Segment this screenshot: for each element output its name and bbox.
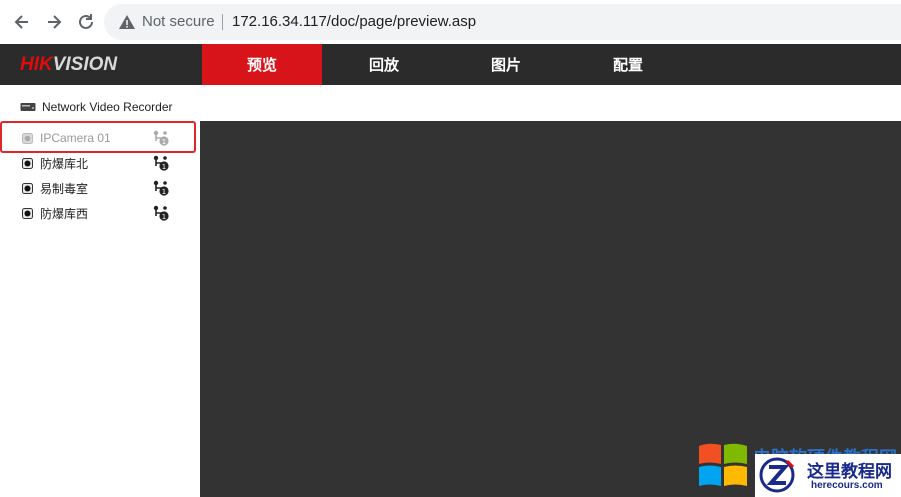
stream-icon[interactable]: 1	[153, 130, 171, 146]
camera-label: 防爆库西	[40, 206, 89, 221]
tab-picture[interactable]: 图片	[446, 44, 566, 85]
watermark-badge: 这里教程网 herecours.com	[755, 454, 901, 497]
camera-online-icon	[22, 207, 33, 219]
tab-playback[interactable]: 回放	[324, 44, 444, 85]
browser-toolbar: Not secure 172.16.34.117/doc/page/previe…	[0, 0, 901, 44]
device-tree: Network Video Recorder IPCamera 01 1 防爆库…	[0, 85, 200, 497]
camera-offline-icon	[22, 132, 33, 144]
arrow-left-icon	[14, 15, 28, 29]
stream-icon[interactable]: 1	[153, 155, 171, 171]
camera-label: 易制毒室	[40, 181, 89, 196]
tab-label: 回放	[368, 57, 399, 74]
reload-button[interactable]	[74, 10, 98, 34]
camera-item-ipcamera-01[interactable]: IPCamera 01 1	[22, 128, 172, 148]
hikvision-logo: HIKVISION	[20, 54, 117, 76]
svg-text:1: 1	[162, 138, 166, 146]
arrow-right-icon	[48, 15, 62, 29]
app-header: HIKVISION 预览 回放 图片 配置	[0, 44, 901, 85]
security-status[interactable]: Not secure	[142, 13, 215, 30]
camera-online-icon	[22, 157, 33, 169]
omnibox-separator	[222, 14, 223, 30]
camera-online-icon	[22, 182, 33, 194]
camera-item-fangbaoku-xi[interactable]: 防爆库西 1	[22, 203, 172, 223]
address-bar[interactable]: Not secure 172.16.34.117/doc/page/previe…	[104, 4, 901, 40]
watermark: 电脑软硬件教程网 这里教程网 herecours.com	[697, 440, 901, 497]
url-text[interactable]: 172.16.34.117/doc/page/preview.asp	[232, 13, 476, 30]
device-label: Network Video Recorder	[42, 100, 173, 114]
svg-text:1: 1	[162, 213, 166, 221]
video-toolbar-strip	[200, 85, 901, 121]
camera-item-fangbaoku-bei[interactable]: 防爆库北 1	[22, 153, 172, 173]
forward-button[interactable]	[42, 10, 66, 34]
stream-icon[interactable]: 1	[153, 205, 171, 221]
watermark-site-name: 这里教程网	[807, 462, 892, 481]
z-logo-icon	[759, 457, 795, 493]
tab-configuration[interactable]: 配置	[568, 44, 688, 85]
back-button[interactable]	[10, 10, 34, 34]
logo-hik-part: HIK	[20, 54, 53, 75]
camera-item-yizhidu-shi[interactable]: 易制毒室 1	[22, 178, 172, 198]
tab-preview[interactable]: 预览	[202, 44, 322, 85]
stream-icon[interactable]: 1	[153, 180, 171, 196]
watermark-site-url: herecours.com	[811, 480, 883, 491]
camera-label: 防爆库北	[40, 156, 89, 171]
nvr-icon	[20, 103, 36, 111]
warning-icon[interactable]	[118, 13, 136, 31]
svg-text:1: 1	[162, 188, 166, 196]
tab-label: 配置	[612, 57, 643, 74]
svg-text:1: 1	[162, 163, 166, 171]
reload-icon	[79, 14, 93, 29]
windows-logo-icon	[699, 443, 747, 486]
tab-label: 图片	[490, 57, 521, 74]
tab-label: 预览	[246, 57, 277, 74]
logo-vision-part: VISION	[52, 54, 118, 75]
device-node-nvr[interactable]: Network Video Recorder	[20, 99, 173, 115]
camera-label: IPCamera 01	[40, 131, 111, 145]
